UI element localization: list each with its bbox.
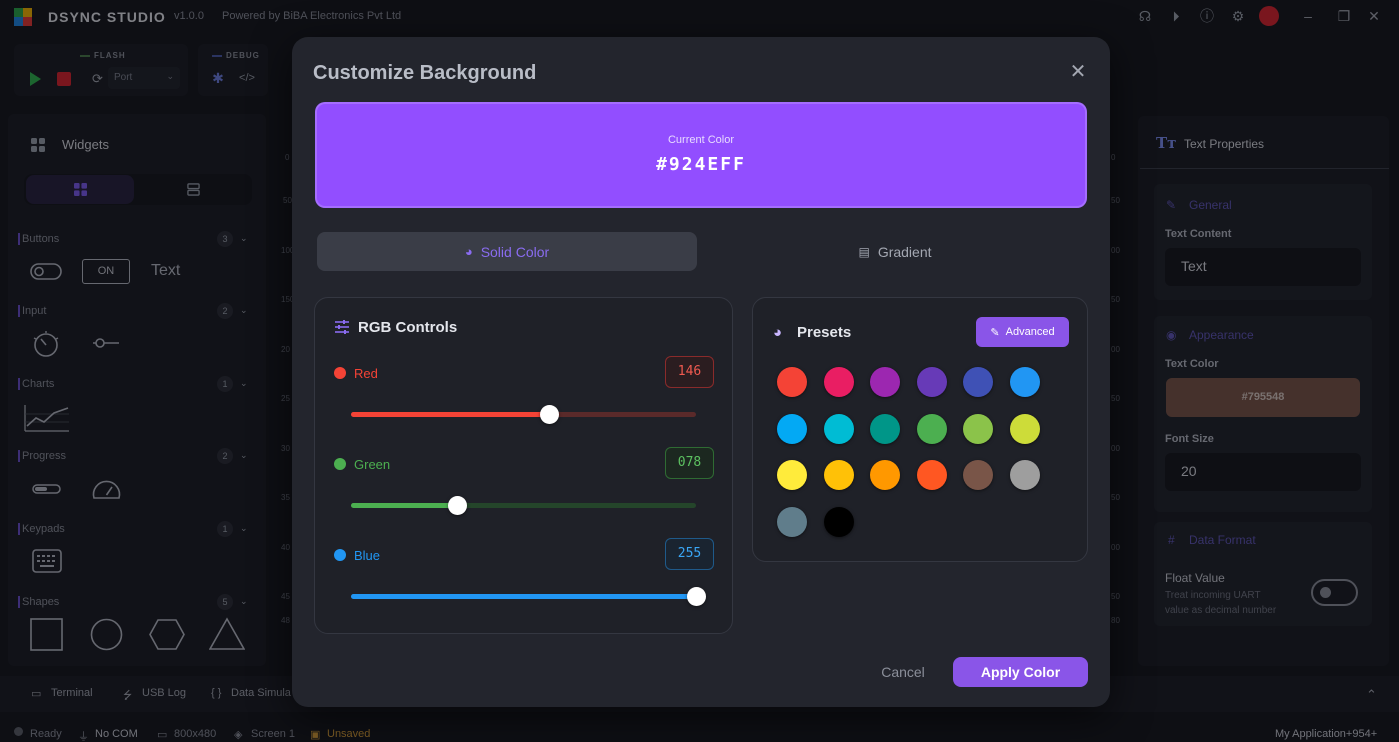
- green-slider[interactable]: [351, 496, 696, 515]
- preset-swatch[interactable]: [777, 460, 807, 490]
- preset-swatch[interactable]: [777, 367, 807, 397]
- preset-swatch[interactable]: [916, 413, 947, 444]
- blue-label: Blue: [354, 548, 381, 563]
- preset-swatch[interactable]: [963, 460, 993, 490]
- gradient-icon: ▤: [858, 244, 870, 259]
- cancel-button[interactable]: Cancel: [868, 657, 938, 687]
- preset-swatch[interactable]: [963, 413, 993, 444]
- green-dot-icon: [334, 458, 346, 470]
- red-dot-icon: [334, 367, 346, 379]
- green-label: Green: [354, 457, 391, 472]
- preset-swatch[interactable]: [823, 367, 854, 397]
- red-value-input[interactable]: 146: [665, 356, 714, 388]
- current-color-hex: #924EFF: [656, 154, 746, 175]
- preset-swatch[interactable]: [916, 367, 947, 397]
- eyedropper-icon: ✎: [990, 326, 1000, 339]
- tab-solid-color[interactable]: ◕ Solid Color: [317, 232, 697, 271]
- preset-swatch[interactable]: [777, 506, 807, 537]
- preset-swatch[interactable]: [1009, 460, 1040, 490]
- preset-swatch[interactable]: [1009, 413, 1040, 444]
- dialog-title: Customize Background: [313, 62, 537, 84]
- preset-swatch[interactable]: [963, 367, 993, 397]
- preset-swatch[interactable]: [823, 413, 854, 444]
- advanced-label: Advanced: [1005, 326, 1055, 338]
- preset-swatch[interactable]: [870, 367, 900, 397]
- tab-solid-label: Solid Color: [480, 243, 550, 260]
- green-slider-thumb[interactable]: [447, 496, 467, 515]
- preset-swatch[interactable]: [777, 413, 807, 444]
- preset-swatch[interactable]: [870, 413, 900, 444]
- blue-value-input[interactable]: 255: [665, 538, 714, 570]
- preset-swatch[interactable]: [823, 460, 854, 490]
- blue-dot-icon: [334, 549, 346, 561]
- blue-slider[interactable]: [351, 587, 706, 606]
- red-label: Red: [354, 366, 378, 381]
- red-slider[interactable]: [351, 405, 696, 424]
- green-slider-fill: [351, 503, 457, 508]
- palette-icon: ◕: [773, 324, 783, 341]
- palette-icon: ◕: [464, 244, 473, 259]
- blue-slider-thumb[interactable]: [687, 587, 706, 606]
- apply-color-button[interactable]: Apply Color: [953, 657, 1088, 687]
- tab-gradient[interactable]: ▤ Gradient: [705, 232, 1085, 271]
- preset-swatch[interactable]: [870, 460, 900, 490]
- sliders-icon: [335, 320, 349, 334]
- red-slider-thumb[interactable]: [539, 405, 559, 424]
- blue-slider-fill: [351, 594, 696, 599]
- close-icon[interactable]: ✕: [1068, 62, 1088, 82]
- tab-gradient-label: Gradient: [877, 243, 932, 260]
- advanced-button[interactable]: ✎ Advanced: [976, 317, 1069, 347]
- rgb-controls-title: RGB Controls: [358, 319, 458, 336]
- presets-title: Presets: [797, 324, 852, 341]
- preset-swatch[interactable]: [823, 506, 854, 537]
- preset-swatch[interactable]: [1009, 367, 1040, 397]
- current-color-label: Current Color: [667, 134, 735, 146]
- preset-swatch[interactable]: [916, 460, 947, 490]
- green-value-input[interactable]: 078: [665, 447, 714, 479]
- red-slider-fill: [351, 412, 549, 417]
